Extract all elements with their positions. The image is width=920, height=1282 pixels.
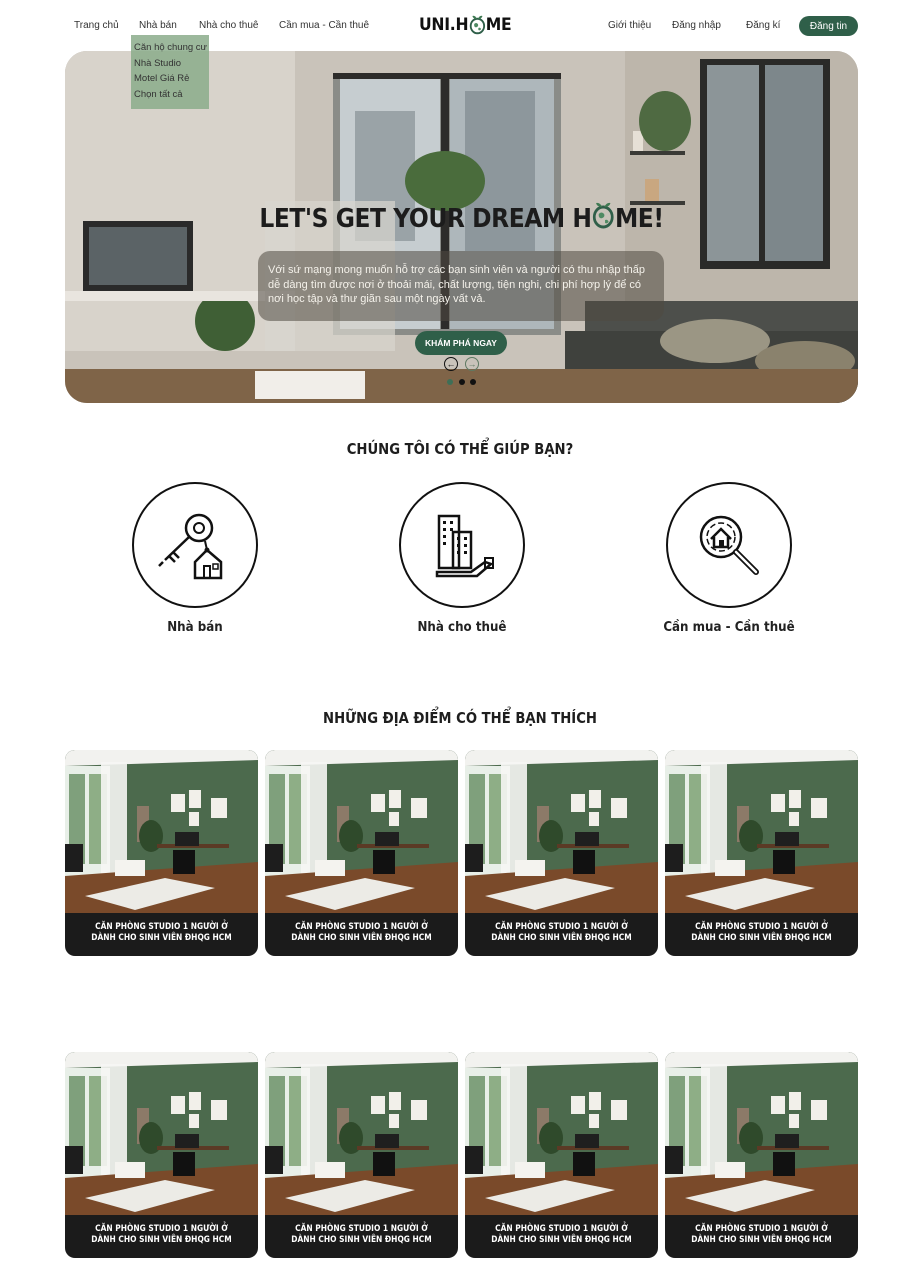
service-label: Nhà cho thuê [417,619,507,635]
place-card-caption: CĂN PHÒNG STUDIO 1 NGƯỜI Ở DÀNH CHO SINH … [77,922,247,944]
place-card-image [265,750,458,913]
site-logo[interactable]: UNI.H ME [419,12,512,38]
service-want-buy-rent[interactable]: Cần mua - Cần thuê [663,482,795,635]
places-title: NHỮNG ĐỊA ĐIỂM CÓ THỂ BẠN THÍCH [323,709,597,727]
services-title: CHÚNG TÔI CÓ THỂ GIÚP BẠN? [346,440,574,458]
place-card[interactable]: CĂN PHÒNG STUDIO 1 NGƯỜI Ở DÀNH CHO SINH … [465,1052,658,1258]
place-card-caption: CĂN PHÒNG STUDIO 1 NGƯỜI Ở DÀNH CHO SINH … [277,922,447,944]
hero-title: LET'S GET YOUR DREAM H ME! [105,202,819,234]
service-houses-for-sale[interactable]: Nhà bán [132,482,258,635]
hero-globe-leaf-icon [592,202,615,229]
place-card-caption: CĂN PHÒNG STUDIO 1 NGƯỜI Ở DÀNH CHO SINH … [77,1224,247,1246]
place-card-caption: CĂN PHÒNG STUDIO 1 NGƯỜI Ở DÀNH CHO SINH … [277,1224,447,1246]
service-label: Cần mua - Cần thuê [663,619,795,635]
place-card-subtitle: DÀNH CHO SINH VIÊN ĐHQG HCM [691,933,832,943]
nav-want-buy-rent[interactable]: Cần mua - Cần thuê [279,20,369,31]
place-card-title: CĂN PHÒNG STUDIO 1 NGƯỜI Ở [95,1224,228,1234]
dropdown-item-motel[interactable]: Motel Giá Rẻ [134,71,209,87]
dropdown-item-apartment[interactable]: Căn hộ chung cư [134,40,209,56]
nav-houses-for-rent[interactable]: Nhà cho thuê [199,20,259,31]
place-card-image [465,750,658,913]
service-circle [666,482,792,608]
place-card-image [65,750,258,913]
logo-text-prefix: UNI.H [419,15,469,35]
place-card-image [665,750,858,913]
place-card-title: CĂN PHÒNG STUDIO 1 NGƯỜI Ở [695,922,828,932]
place-card-caption: CĂN PHÒNG STUDIO 1 NGƯỜI Ở DÀNH CHO SINH … [477,1224,647,1246]
place-card-caption: CĂN PHÒNG STUDIO 1 NGƯỜI Ở DÀNH CHO SINH … [677,1224,847,1246]
place-card-caption: CĂN PHÒNG STUDIO 1 NGƯỜI Ở DÀNH CHO SINH … [677,922,847,944]
place-card-subtitle: DÀNH CHO SINH VIÊN ĐHQG HCM [691,1235,832,1245]
place-card[interactable]: CĂN PHÒNG STUDIO 1 NGƯỜI Ở DÀNH CHO SINH … [265,1052,458,1258]
place-card[interactable]: CĂN PHÒNG STUDIO 1 NGƯỜI Ở DÀNH CHO SINH … [465,750,658,956]
place-card-title: CĂN PHÒNG STUDIO 1 NGƯỜI Ở [495,922,628,932]
carousel-next-icon[interactable]: → [465,357,479,371]
place-card-subtitle: DÀNH CHO SINH VIÊN ĐHQG HCM [491,933,632,943]
service-houses-for-rent[interactable]: Nhà cho thuê [399,482,525,635]
post-listing-button[interactable]: Đăng tin [799,16,858,36]
place-card-image [65,1052,258,1215]
place-card-subtitle: DÀNH CHO SINH VIÊN ĐHQG HCM [291,933,432,943]
dropdown-item-select-all[interactable]: Chọn tất cả [134,87,209,103]
carousel-prev-icon[interactable]: ← [444,357,458,371]
hero-title-prefix: LET'S GET YOUR DREAM H [259,204,592,234]
globe-leaf-icon [468,15,485,35]
place-card-subtitle: DÀNH CHO SINH VIÊN ĐHQG HCM [91,1235,232,1245]
place-card-caption: CĂN PHÒNG STUDIO 1 NGƯỜI Ở DÀNH CHO SINH … [477,922,647,944]
building-hand-icon [435,514,494,578]
hero-description: Với sứ mạng mong muốn hỗ trợ các bạn sin… [258,251,664,321]
carousel-dot-2[interactable] [459,379,465,385]
nav-about[interactable]: Giới thiệu [608,20,651,31]
dropdown-item-studio[interactable]: Nhà Studio [134,56,209,72]
house-search-icon [699,515,759,575]
carousel-dot-1[interactable] [447,379,453,385]
place-card[interactable]: CĂN PHÒNG STUDIO 1 NGƯỜI Ở DÀNH CHO SINH … [65,750,258,956]
place-card-image [665,1052,858,1215]
service-label: Nhà bán [167,619,223,635]
nav-login[interactable]: Đăng nhập [672,20,721,31]
place-card[interactable]: CĂN PHÒNG STUDIO 1 NGƯỜI Ở DÀNH CHO SINH … [665,750,858,956]
place-card-image [265,1052,458,1215]
place-card-title: CĂN PHÒNG STUDIO 1 NGƯỜI Ở [295,922,428,932]
service-circle [132,482,258,608]
logo-text-suffix: ME [485,15,512,35]
hero-title-suffix: ME! [614,204,664,234]
place-card-subtitle: DÀNH CHO SINH VIÊN ĐHQG HCM [291,1235,432,1245]
nav-houses-for-sale[interactable]: Nhà bán [139,20,177,31]
place-card[interactable]: CĂN PHÒNG STUDIO 1 NGƯỜI Ở DÀNH CHO SINH … [65,1052,258,1258]
nav-home[interactable]: Trang chủ [74,20,119,31]
nav-register[interactable]: Đăng kí [746,20,780,31]
place-card-title: CĂN PHÒNG STUDIO 1 NGƯỜI Ở [695,1224,828,1234]
carousel-dot-3[interactable] [470,379,476,385]
place-card[interactable]: CĂN PHÒNG STUDIO 1 NGƯỜI Ở DÀNH CHO SINH … [265,750,458,956]
explore-now-button[interactable]: KHÁM PHÁ NGAY [415,331,507,355]
place-card-title: CĂN PHÒNG STUDIO 1 NGƯỜI Ở [295,1224,428,1234]
service-circle [399,482,525,608]
place-card-title: CĂN PHÒNG STUDIO 1 NGƯỜI Ở [95,922,228,932]
place-card-title: CĂN PHÒNG STUDIO 1 NGƯỜI Ở [495,1224,628,1234]
nha-ban-dropdown-menu: Căn hộ chung cư Nhà Studio Motel Giá Rẻ … [131,35,209,109]
place-card[interactable]: CĂN PHÒNG STUDIO 1 NGƯỜI Ở DÀNH CHO SINH … [665,1052,858,1258]
place-card-subtitle: DÀNH CHO SINH VIÊN ĐHQG HCM [91,933,232,943]
key-house-icon [158,513,223,580]
place-card-image [465,1052,658,1215]
place-card-subtitle: DÀNH CHO SINH VIÊN ĐHQG HCM [491,1235,632,1245]
